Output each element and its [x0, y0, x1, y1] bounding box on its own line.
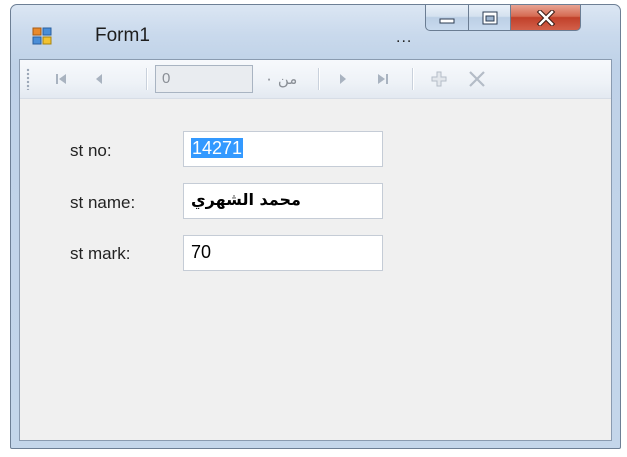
st-mark-label: st mark: [70, 244, 131, 263]
move-next-button[interactable] [332, 69, 354, 89]
move-next-icon [340, 74, 346, 84]
toolbar-grip[interactable] [26, 68, 30, 90]
move-last-button[interactable] [372, 69, 394, 89]
maximize-button[interactable] [469, 5, 511, 31]
st-name-label: st name: [70, 193, 136, 212]
st-mark-value: 70 [191, 242, 212, 262]
close-button[interactable] [511, 5, 581, 31]
move-previous-button[interactable] [88, 69, 110, 89]
toolbar-separator [318, 68, 320, 90]
form-client-area: 0 من ٠ st no: 14271 st name: محمد الشهري… [19, 59, 612, 441]
toolbar-separator [412, 68, 414, 90]
st-no-label: st no: [70, 141, 112, 160]
minimize-icon [439, 18, 455, 23]
window-controls [425, 5, 581, 33]
binding-navigator: 0 من ٠ [20, 60, 611, 99]
st-name-field[interactable]: محمد الشهري [183, 183, 383, 219]
form1-window: Form1 ... 0 من ٠ st no: 14271 st name: م… [10, 4, 621, 449]
form-app-icon[interactable] [32, 27, 52, 45]
st-name-value: محمد الشهري [191, 190, 301, 209]
delete-button[interactable] [466, 69, 488, 89]
minimize-button[interactable] [425, 5, 469, 31]
move-previous-icon [96, 74, 102, 84]
maximize-icon [482, 11, 497, 24]
move-last-icon [378, 74, 388, 84]
toolbar-separator [146, 68, 148, 90]
title-bar[interactable]: Form1 ... [11, 5, 620, 59]
move-first-button[interactable] [50, 69, 72, 89]
count-label: من ٠ [265, 70, 298, 88]
st-no-value: 14271 [191, 138, 244, 158]
add-new-icon [431, 71, 447, 87]
move-first-icon [56, 74, 66, 84]
position-field[interactable]: 0 [155, 65, 253, 93]
st-no-field[interactable]: 14271 [183, 131, 383, 167]
add-new-button[interactable] [428, 69, 450, 89]
st-mark-field[interactable]: 70 [183, 235, 383, 271]
window-title: Form1 [95, 25, 150, 46]
delete-icon [469, 71, 485, 87]
title-overflow: ... [396, 29, 413, 46]
close-icon [536, 9, 555, 26]
